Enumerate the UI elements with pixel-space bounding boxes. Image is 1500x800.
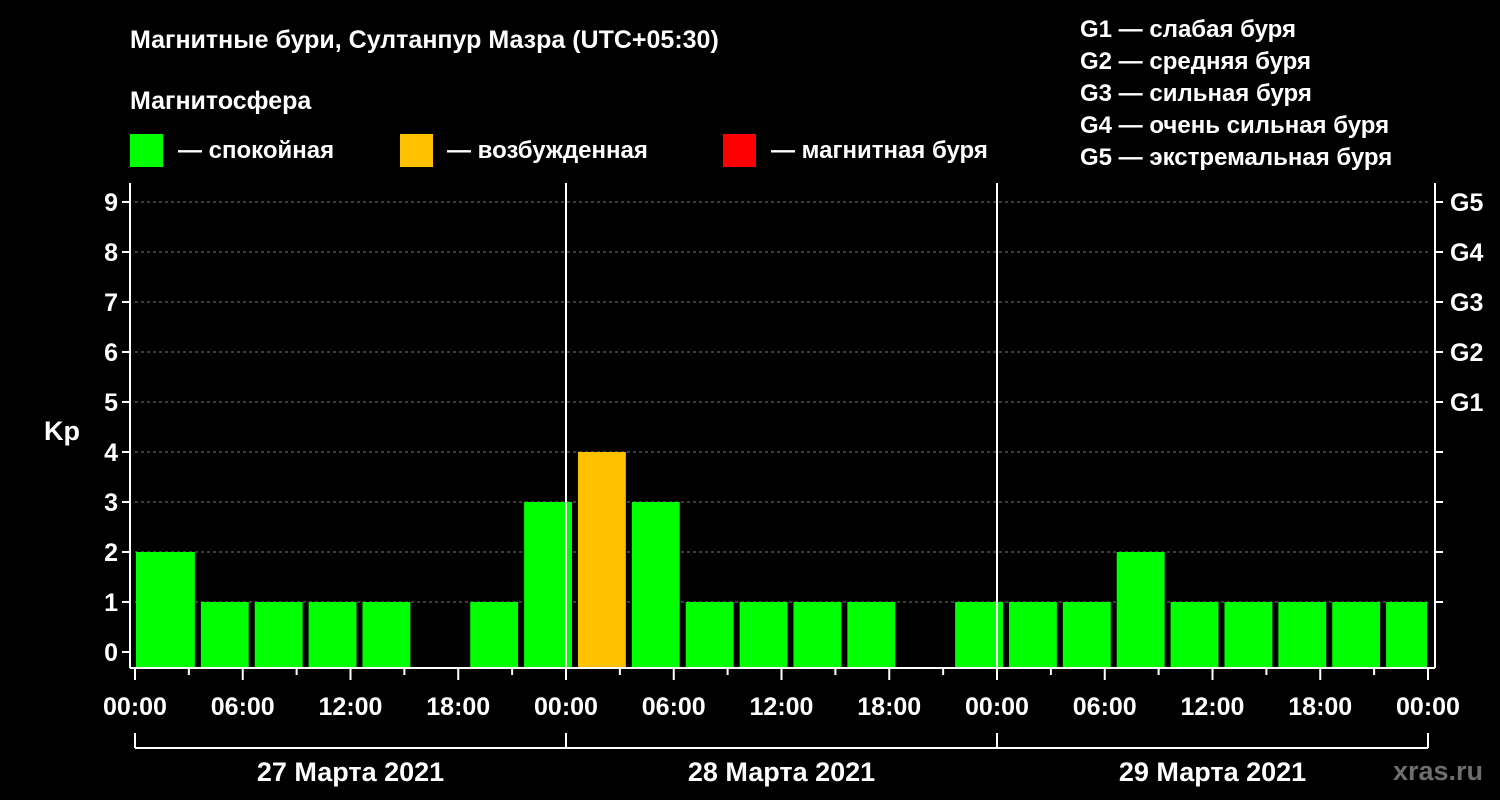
y-tick-label-8: 8 [104,239,118,267]
bar-23 [1332,602,1381,668]
legend-label-active: — возбужденная [447,137,648,164]
bar-3 [254,602,303,668]
bar-14 [847,602,896,668]
x-tick-label-12: 00:00 [1396,693,1460,721]
watermark: xras.ru [1393,756,1483,786]
x-tick-label-11: 18:00 [1288,693,1352,721]
x-tick-label-6: 12:00 [750,693,814,721]
legend-swatch-active [400,134,433,167]
bar-12 [739,602,788,668]
storm-scale-g2: G2 — средняя буря [1080,48,1311,75]
legend-swatch-quiet [130,134,163,167]
y-tick-label-9: 9 [104,189,118,217]
bar-13 [793,602,842,668]
bar-1 [146,552,195,668]
bars [136,452,1427,668]
storm-scale-g5: G5 — экстремальная буря [1080,144,1392,171]
bar-21 [1224,602,1273,668]
day-label-2: 29 Марта 2021 [1119,757,1306,787]
x-tick-label-0: 00:00 [103,693,167,721]
y-tick-label-7: 7 [104,289,118,317]
bar-7 [470,602,519,668]
y-axis-label: Kp [44,416,80,446]
bar-24 [1386,602,1427,668]
legend-swatch-storm [723,134,756,167]
legend-label-storm: — магнитная буря [771,137,988,164]
x-tick-label-3: 18:00 [426,693,490,721]
right-tick-label-G4: G4 [1450,239,1483,267]
y-tick-label-1: 1 [104,589,118,617]
bar-10 [631,502,680,668]
tick-labels: 0 1 2 3 4 5 6 7 8 9 G1 G2 G3 G4 G5 00:00 06:00 12:00 18:00… [103,189,1483,787]
right-tick-label-G2: G2 [1450,339,1483,367]
y-tick-label-5: 5 [104,389,118,417]
chart-title: Магнитные бури, Султанпур Мазра (UTC+05:… [130,26,719,54]
legend: — спокойная — возбужденная — магнитная б… [130,134,988,167]
storm-scale-g4: G4 — очень сильная буря [1080,112,1389,139]
bar-20 [1170,602,1219,668]
y-tick-label-6: 6 [104,339,118,367]
right-tick-label-G1: G1 [1450,389,1483,417]
bar-9 [577,452,626,668]
bar-22 [1278,602,1327,668]
storm-scale-g1: G1 — слабая буря [1080,16,1296,43]
x-tick-label-8: 00:00 [965,693,1029,721]
bar-4 [308,602,357,668]
y-tick-label-2: 2 [104,539,118,567]
right-tick-label-G3: G3 [1450,289,1483,317]
kp-chart: Магнитные бури, Султанпур Мазра (UTC+05:… [44,16,1483,787]
x-tick-label-2: 12:00 [319,693,383,721]
bar-11 [685,602,734,668]
bar-17 [1008,602,1057,668]
legend-heading: Магнитосфера [130,87,312,115]
day-label-1: 28 Марта 2021 [688,757,875,787]
y-tick-label-0: 0 [104,639,118,667]
bar-16 [955,602,1003,668]
right-tick-label-G5: G5 [1450,189,1483,217]
storm-scale-g3: G3 — сильная буря [1080,80,1312,107]
storm-scale-list: G1 — слабая буря G2 — средняя буря G3 — … [1080,16,1392,171]
bar-5 [362,602,411,668]
bar-19 [1116,552,1165,668]
x-tick-label-4: 00:00 [534,693,598,721]
x-tick-label-7: 18:00 [857,693,921,721]
x-tick-label-1: 06:00 [211,693,275,721]
y-tick-label-3: 3 [104,489,118,517]
legend-label-quiet: — спокойная [178,137,334,164]
bar-18 [1062,602,1111,668]
x-tick-label-10: 12:00 [1181,693,1245,721]
bar-8 [524,502,572,668]
grid-lines [135,201,1428,603]
x-tick-label-5: 06:00 [642,693,706,721]
x-tick-label-9: 06:00 [1073,693,1137,721]
day-label-0: 27 Марта 2021 [257,757,444,787]
y-tick-label-4: 4 [104,439,118,467]
bar-2 [200,602,249,668]
